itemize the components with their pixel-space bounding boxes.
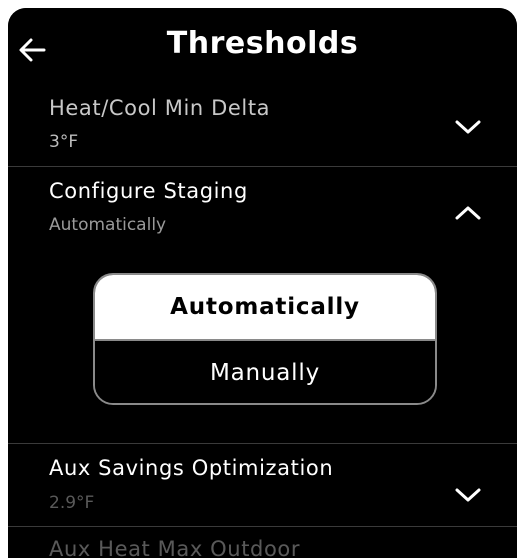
setting-row-aux-savings-optimization[interactable]: Aux Savings Optimization 2.9°F: [8, 444, 517, 526]
chevron-up-icon[interactable]: [454, 204, 482, 222]
screen: Thresholds Heat/Cool Min Delta 3°F Confi…: [8, 8, 517, 558]
setting-label: Aux Heat Max Outdoor: [49, 537, 301, 558]
setting-label: Heat/Cool Min Delta: [49, 96, 271, 120]
option-automatically[interactable]: Automatically: [95, 275, 435, 339]
chevron-down-icon[interactable]: [454, 118, 482, 136]
setting-value: Automatically: [49, 215, 167, 235]
setting-row-aux-heat-max-outdoor[interactable]: Aux Heat Max Outdoor: [8, 527, 517, 558]
setting-value: 3°F: [49, 132, 79, 152]
option-manually[interactable]: Manually: [95, 341, 435, 403]
setting-label: Aux Savings Optimization: [49, 456, 334, 480]
setting-label: Configure Staging: [49, 179, 248, 203]
chevron-down-icon[interactable]: [454, 486, 482, 504]
header: Thresholds: [8, 8, 517, 88]
setting-value: 2.9°F: [49, 493, 95, 513]
staging-segmented-control: Automatically Manually: [93, 273, 437, 405]
page-title: Thresholds: [166, 26, 359, 61]
